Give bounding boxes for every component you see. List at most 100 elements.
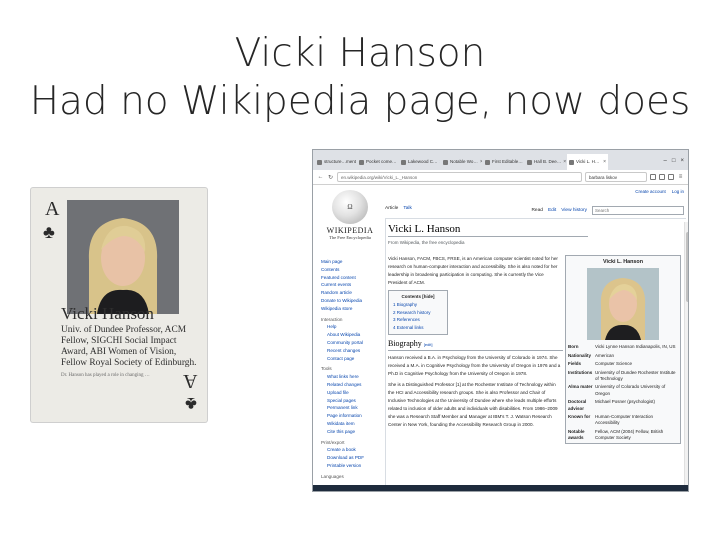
browser-tab[interactable]: structure…mention× bbox=[315, 154, 356, 170]
browser-tab-active[interactable]: Vicki L. H… × bbox=[567, 154, 608, 170]
card-portrait bbox=[67, 200, 179, 314]
infobox-row: Alma mater University of Colorado Univers… bbox=[566, 383, 680, 398]
sidebar-item-wikidata[interactable]: Wikidata item bbox=[321, 420, 387, 428]
sidebar-item-about[interactable]: About Wikipedia bbox=[321, 331, 387, 339]
sidebar-item-community[interactable]: Community portal bbox=[321, 339, 387, 347]
browser-tab[interactable]: Lakewood C…× bbox=[399, 154, 440, 170]
sidebar-item-download-pdf[interactable]: Download as PDF bbox=[321, 454, 387, 462]
browser-search-input[interactable]: barbara liskov bbox=[585, 172, 647, 182]
address-bar[interactable]: en.wikipedia.org/wiki/Vicki_L._Hanson bbox=[337, 172, 582, 182]
menu-icon[interactable]: ≡ bbox=[677, 174, 684, 180]
wikipedia-globe-icon: Ω bbox=[332, 190, 368, 224]
sidebar-item-page-info[interactable]: Page information bbox=[321, 412, 387, 420]
minimize-icon[interactable]: – bbox=[664, 158, 667, 164]
tab-view-history[interactable]: View history bbox=[561, 208, 587, 213]
slide-title-line1: Vicki Hanson bbox=[234, 31, 486, 76]
infobox-value: Vicki Lynne Hanson Indianapolis, IN, US bbox=[595, 344, 676, 350]
toc-item-external[interactable]: 4 External links bbox=[393, 324, 443, 332]
close-icon[interactable]: × bbox=[480, 154, 482, 170]
browser-tab[interactable]: Pocket come…× bbox=[357, 154, 398, 170]
infobox-row: Known for Human-Computer Interaction Acce… bbox=[566, 413, 680, 428]
close-icon[interactable]: × bbox=[563, 154, 566, 170]
sidebar-item-featured[interactable]: Featured content bbox=[321, 274, 387, 282]
sidebar-item-what-links[interactable]: What links here bbox=[321, 373, 387, 381]
toc-item-biography[interactable]: 1 Biography bbox=[393, 301, 443, 309]
infobox-value[interactable]: University of Colorado University of Ore… bbox=[595, 384, 678, 397]
sidebar-item-related[interactable]: Related changes bbox=[321, 381, 387, 389]
infobox-value[interactable]: Computer Science bbox=[595, 361, 678, 367]
sidebar-item-create-book[interactable]: Create a book bbox=[321, 446, 387, 454]
sidebar-item-contents[interactable]: Contents bbox=[321, 266, 387, 274]
sidebar-item-store[interactable]: Wikipedia store bbox=[321, 305, 387, 313]
infobox-label: Notable awards bbox=[568, 428, 585, 441]
browser-tab[interactable]: Notable Wo…× bbox=[441, 154, 482, 170]
wiki-sidebar: Main page Contents Featured content Curr… bbox=[321, 258, 387, 481]
toc-item-research[interactable]: 2 Research history bbox=[393, 309, 443, 317]
sidebar-item-donate[interactable]: Donate to Wikipedia bbox=[321, 297, 387, 305]
download-icon[interactable] bbox=[659, 174, 665, 180]
favicon-icon bbox=[443, 159, 448, 165]
infobox-label: Known for bbox=[568, 414, 591, 420]
sidebar-item-help[interactable]: Help bbox=[321, 323, 387, 331]
infobox-row: Fields Computer Science bbox=[566, 360, 680, 368]
card-rank-bottom: A bbox=[182, 370, 197, 392]
sidebar-item-upload[interactable]: Upload file bbox=[321, 389, 387, 397]
card-fine-print: Dr. Hanson has played a role in changing… bbox=[61, 373, 150, 378]
personal-links: Create account Log in bbox=[635, 189, 684, 194]
sidebar-item-special[interactable]: Special pages bbox=[321, 397, 387, 405]
sidebar-item-contact[interactable]: Contact page bbox=[321, 355, 387, 363]
sidebar-item-random[interactable]: Random article bbox=[321, 289, 387, 297]
tab-article[interactable]: Article bbox=[385, 206, 398, 211]
card-name: Vicki Hanson bbox=[61, 304, 154, 323]
infobox-value: Fellow, ACM (2004) Fellow, British Compu… bbox=[595, 428, 664, 441]
infobox-label: Institutions bbox=[568, 369, 593, 375]
bookmark-icon[interactable] bbox=[650, 174, 656, 180]
infobox-label: Doctoral advisor bbox=[568, 399, 587, 411]
browser-tab[interactable]: First Editable… × bbox=[483, 154, 524, 170]
section-edit-link[interactable]: [edit] bbox=[424, 342, 433, 347]
tab-edit[interactable]: Edit bbox=[548, 208, 556, 213]
close-window-icon[interactable]: × bbox=[680, 158, 684, 164]
wikipedia-logo[interactable]: Ω WIKIPEDIA The Free Encyclopedia bbox=[321, 190, 379, 240]
infobox-label: Born bbox=[568, 344, 579, 350]
browser-tab[interactable]: Hall B. Dee… × bbox=[525, 154, 566, 170]
wikipedia-tagline: The Free Encyclopedia bbox=[329, 235, 371, 240]
infobox-portrait[interactable] bbox=[587, 268, 659, 341]
close-icon[interactable]: × bbox=[603, 154, 606, 170]
sidebar-item-cite[interactable]: Cite this page bbox=[321, 428, 387, 436]
infobox-value: American bbox=[595, 352, 615, 358]
sidebar-item-recent-changes[interactable]: Recent changes bbox=[321, 347, 387, 355]
log-in-link[interactable]: Log in bbox=[672, 189, 684, 194]
sidebar-item-printable[interactable]: Printable version bbox=[321, 462, 387, 470]
maximize-icon[interactable]: □ bbox=[672, 158, 676, 164]
infobox-value[interactable]: University of Dundee Rochester Institute… bbox=[595, 370, 678, 383]
biography-paragraph-2: She is a Distinguished Professor [1] at … bbox=[388, 381, 558, 427]
create-account-link[interactable]: Create account bbox=[635, 189, 666, 194]
sidebar-item-main-page[interactable]: Main page bbox=[321, 258, 387, 266]
section-heading-biography: Biography [edit] bbox=[388, 339, 563, 351]
home-icon[interactable] bbox=[668, 174, 674, 180]
back-icon[interactable]: ← bbox=[317, 174, 324, 180]
os-taskbar bbox=[313, 485, 688, 491]
infobox-row: Born Vicki Lynne Hanson Indianapolis, IN,… bbox=[566, 343, 680, 351]
wiki-search-input[interactable]: Search bbox=[592, 206, 684, 215]
infobox-value[interactable]: Michael Posner (psychologist) bbox=[595, 399, 678, 412]
infobox-value[interactable]: Human-Computer Interaction Accessibility bbox=[595, 414, 678, 427]
infobox-row: Notable awards Fellow, ACM (2004) Fellow,… bbox=[566, 428, 680, 443]
favicon-icon bbox=[485, 159, 490, 165]
sidebar-item-current-events[interactable]: Current events bbox=[321, 281, 387, 289]
toc-heading[interactable]: Contents [hide] bbox=[393, 293, 443, 301]
reload-icon[interactable]: ↻ bbox=[327, 174, 334, 181]
scrollbar-thumb[interactable] bbox=[686, 232, 688, 302]
toc-item-references[interactable]: 3 References bbox=[393, 316, 443, 324]
sidebar-item-permanent[interactable]: Permanent link bbox=[321, 404, 387, 412]
slide-title: Vicki Hanson Had no Wikipedia page, now … bbox=[0, 30, 720, 126]
tab-read[interactable]: Read bbox=[531, 208, 542, 213]
infobox: Vicki L. Hanson Born Vicki Lynne Hanson I… bbox=[565, 255, 681, 444]
wikipedia-wordmark: WIKIPEDIA bbox=[326, 226, 374, 235]
article-body: Vicki Hanson, FACM, FBCS, FRSE, is an Am… bbox=[388, 255, 563, 432]
tab-talk[interactable]: Talk bbox=[403, 206, 412, 211]
infobox-label: Nationality bbox=[568, 352, 592, 358]
playing-card-image: A ♣ Vicki Hanson Univ. of Dundee Profess… bbox=[31, 188, 207, 422]
page-scrollbar[interactable] bbox=[684, 222, 688, 491]
